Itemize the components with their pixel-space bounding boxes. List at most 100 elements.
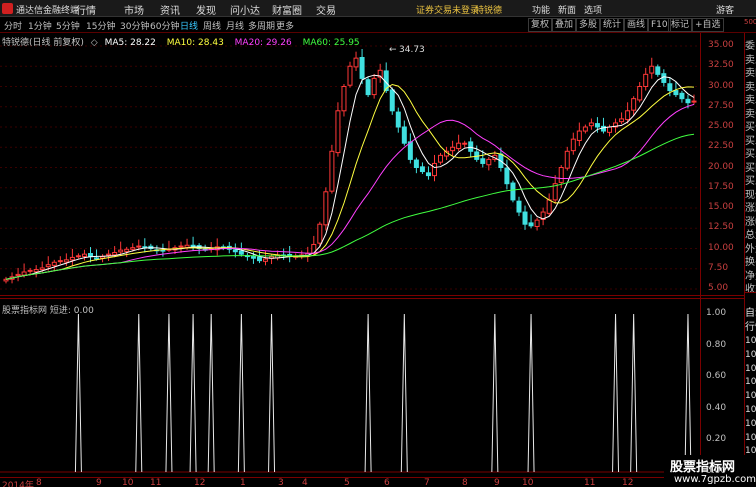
auto-tab[interactable]: 自动 [745,304,756,319]
candle-body [673,90,679,96]
app-logo-icon [2,3,13,14]
date-tick: 2014年 [2,481,34,487]
stats-button[interactable]: 统计 [600,18,625,32]
date-tick: 1 [240,478,246,487]
period-multi[interactable]: 多周期 [248,19,275,32]
candle-body [365,79,371,96]
menu-trade[interactable]: 交易 [316,2,336,17]
period-monthly[interactable]: 月线 [226,19,244,32]
candle-body [184,244,190,248]
candle-body [619,118,625,123]
menu-functions[interactable]: 功能 [532,3,550,16]
candle-body [685,98,691,104]
menu-wenxiaoda[interactable]: 问小达 [230,2,260,17]
candle-body [323,191,329,226]
date-tick: 5 [344,478,350,487]
draw-line-button[interactable]: 画线 [624,18,649,32]
quote-tab[interactable]: 行情 [745,318,756,333]
overlay-button[interactable]: 叠加 [552,18,577,32]
indicator-chart[interactable] [0,300,700,476]
title-bar: 通达信金融终端 行情 市场 资讯 发现 问小达 财富圈 交易 证券交易未登录 特… [0,0,756,17]
quote-panel: 委比卖五卖四卖三卖二卖一买一买二买三买四买五现价涨跌涨幅总量外盘换手净资收益自动… [744,33,756,478]
ma10-label: MA10: 28.43 [166,38,224,48]
candle-body [359,57,365,79]
period-1min[interactable]: 1分钟 [28,19,52,32]
signal-spike [527,313,535,473]
guest-label[interactable]: 游客 [716,3,734,16]
candle-body [94,257,100,260]
peak-arrow-icon: ← [389,45,397,55]
candle-body [21,271,27,276]
period-weekly[interactable]: 周线 [203,19,221,32]
kline-chart[interactable] [0,33,700,293]
login-status-link[interactable]: 证券交易未登录 [416,3,479,16]
date-tick: 9 [494,478,500,487]
candle-body [57,260,63,263]
ma5-label: MA5: 28.22 [104,38,156,48]
menu-caifuquan[interactable]: 财富圈 [272,2,302,17]
candle-body [160,249,166,252]
date-tick: 8 [36,478,42,487]
quote-divider [744,292,756,293]
mark-button[interactable]: 标记 [668,18,693,32]
candle-body [407,141,413,160]
menu-options[interactable]: 选项 [584,3,602,16]
add-watchlist-button[interactable]: +自选 [692,18,724,32]
candle-body [112,252,118,256]
candle-body [570,138,576,152]
price-tick: 22.50 [708,141,734,152]
stock-label: 特锐德(日线 前复权) [2,38,84,48]
candle-body [667,83,673,92]
period-60min[interactable]: 60分钟 [150,19,179,32]
price-tick: 32.50 [708,60,734,71]
menu-new-layout[interactable]: 新面 [558,3,576,16]
signal-spike [684,313,692,473]
candle-body [389,89,395,112]
signal-spike [74,313,82,473]
period-daily[interactable]: 日线 [180,19,198,32]
stock-tag: 特锐德 [475,6,503,16]
indicator-tick: 0.20 [706,434,727,445]
signal-spike [165,313,173,473]
ma20-label: MA20: 29.26 [234,38,292,48]
axis-divider [700,33,701,478]
fuquan-button[interactable]: 复权 [528,18,553,32]
menu-news[interactable]: 资讯 [160,2,180,17]
period-15min[interactable]: 15分钟 [86,19,115,32]
candle-body [486,158,492,166]
period-5min[interactable]: 5分钟 [56,19,80,32]
peak-price-label: 34.73 [399,45,425,55]
price-tick: 27.50 [708,100,734,111]
period-30min[interactable]: 30分钟 [120,19,149,32]
price-tick: 10.00 [708,242,734,253]
ma60-label: MA60: 25.95 [302,38,360,48]
candle-body [588,122,594,127]
menu-discover[interactable]: 发现 [196,2,216,17]
candle-body [347,65,353,86]
candle-body [631,98,637,111]
candle-body [33,269,39,273]
candle-body [250,256,256,259]
candle-body [419,166,425,173]
menu-hangqing[interactable]: 行情 [76,2,96,17]
ma-toggle-icon[interactable]: ◇ [91,38,98,48]
signal-spike [237,313,245,473]
indicator-tick: 0.40 [706,402,727,413]
date-tick: 3 [278,478,284,487]
candle-body [431,162,437,177]
ma20-value: 29.26 [265,38,292,48]
price-tick: 7.50 [708,262,729,273]
period-more[interactable]: 更多 [276,19,294,32]
panel-divider[interactable] [0,295,744,296]
menu-market[interactable]: 市场 [124,2,144,17]
candle-body [118,249,124,253]
tick-time: 10:26 [745,432,756,443]
indicator-legend: 股票指标网 短进: 0.00 [2,306,94,316]
candle-body [438,154,444,163]
multi-stock-button[interactable]: 多股 [576,18,601,32]
date-tick: 8 [462,478,468,487]
candle-body [51,261,57,266]
candle-body [564,150,570,169]
period-intraday[interactable]: 分时 [4,19,22,32]
date-tick: 12 [622,478,634,487]
